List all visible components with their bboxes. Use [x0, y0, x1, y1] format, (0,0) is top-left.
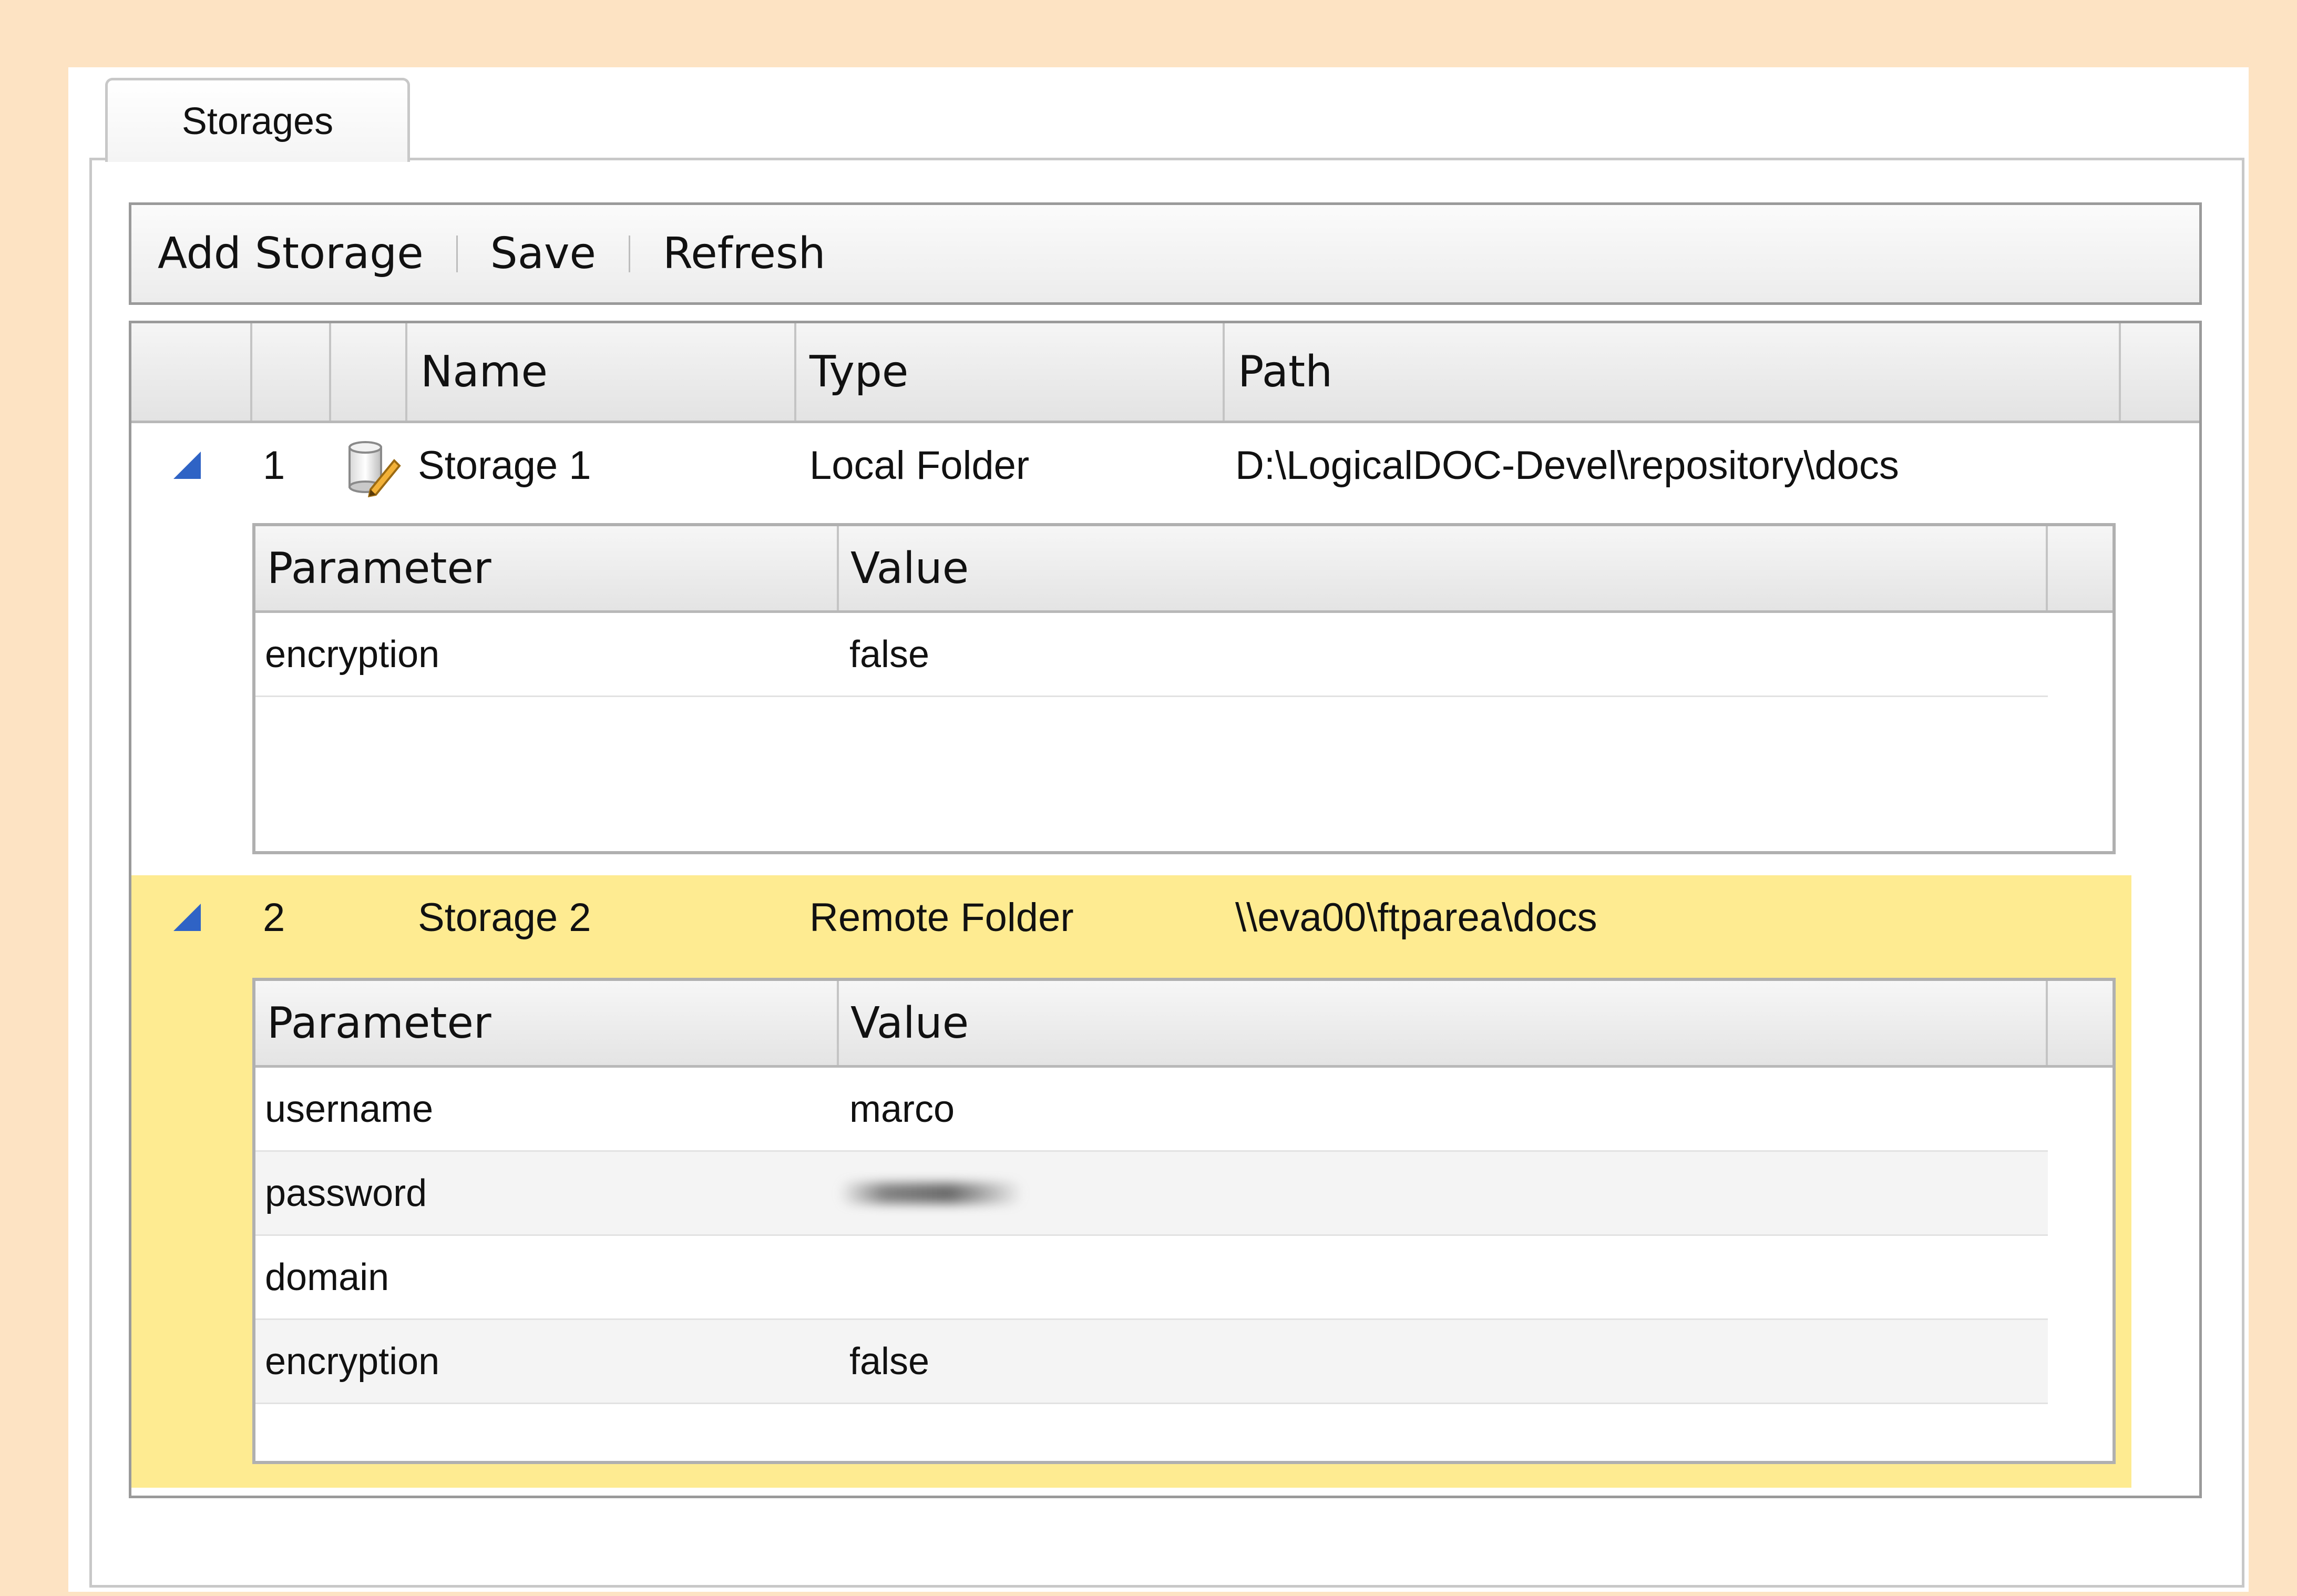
path-column-label: Path: [1238, 347, 1333, 397]
parameter-column-header[interactable]: Parameter: [255, 526, 839, 610]
value-column-header[interactable]: Value: [839, 981, 2048, 1065]
value-column-label: Value: [850, 998, 969, 1048]
storages-panel: Storages Add Storage Save Refresh Name T…: [68, 67, 2249, 1592]
parameter-column-label: Parameter: [267, 543, 491, 594]
icon-column-header[interactable]: [331, 323, 407, 421]
parameter-value: false: [849, 633, 930, 676]
parameter-name: encryption: [265, 1340, 440, 1383]
parameters-grid: Parameter Value username marco password: [252, 978, 2116, 1464]
parameter-value: marco: [849, 1088, 955, 1130]
parameter-row[interactable]: domain: [255, 1236, 2048, 1320]
name-column-header[interactable]: Name: [407, 323, 796, 421]
name-column-label: Name: [421, 347, 548, 397]
parameter-value: false: [849, 1340, 930, 1383]
toolbar-separator: [628, 235, 630, 272]
parameter-column-header[interactable]: Parameter: [255, 981, 839, 1065]
save-button[interactable]: Save: [490, 229, 596, 279]
path-column-header[interactable]: Path: [1225, 323, 2121, 421]
column-menu-header[interactable]: [2121, 323, 2199, 421]
value-column-label: Value: [850, 543, 969, 594]
row-path: D:\LogicalDOC-Devel\repository\docs: [1235, 443, 1899, 488]
type-column-header[interactable]: Type: [796, 323, 1225, 421]
parameters-column-menu[interactable]: [2048, 981, 2113, 1065]
row-path: \\eva00\ftparea\docs: [1235, 895, 1597, 940]
tab-storages[interactable]: Storages: [105, 78, 410, 162]
type-column-label: Type: [809, 347, 909, 397]
parameter-row[interactable]: encryption false: [255, 1320, 2048, 1404]
toolbar-separator: [456, 235, 458, 272]
row-expander[interactable]: [173, 423, 201, 507]
row-name: Storage 2: [418, 895, 591, 940]
parameter-name: password: [265, 1172, 427, 1214]
parameters-grid: Parameter Value encryption false: [252, 523, 2116, 854]
toolbar: Add Storage Save Refresh: [129, 202, 2202, 305]
parameters-column-menu[interactable]: [2048, 526, 2113, 610]
tab-content: Add Storage Save Refresh Name Type Path: [89, 158, 2244, 1588]
table-row-selected[interactable]: 2 Storage 2 Remote Folder \\eva00\ftpare…: [131, 875, 2131, 1488]
row-id: 1: [263, 443, 285, 488]
parameter-row[interactable]: username marco: [255, 1068, 2048, 1152]
row-id: 2: [263, 895, 285, 940]
row-expander[interactable]: [173, 875, 201, 959]
value-column-header[interactable]: Value: [839, 526, 2048, 610]
row-type: Local Folder: [809, 443, 1030, 488]
refresh-button[interactable]: Refresh: [663, 229, 826, 279]
tab-label: Storages: [181, 100, 334, 142]
expand-triangle-icon: [173, 904, 201, 931]
masked-password-value: [839, 1152, 1023, 1234]
parameter-row[interactable]: password: [255, 1152, 2048, 1236]
parameters-header: Parameter Value: [255, 981, 2113, 1068]
parameter-name: domain: [265, 1256, 389, 1298]
parameter-row[interactable]: encryption false: [255, 613, 2048, 697]
expand-triangle-icon: [173, 452, 201, 479]
expander-column-header[interactable]: [131, 323, 252, 421]
password-mask: [839, 1182, 1023, 1204]
id-column-header[interactable]: [252, 323, 331, 421]
row-name: Storage 1: [418, 443, 591, 488]
storages-grid: Name Type Path 1 Storage 1 Local Folder …: [129, 321, 2202, 1498]
parameters-header: Parameter Value: [255, 526, 2113, 613]
parameter-column-label: Parameter: [267, 998, 491, 1048]
row-icon: [342, 423, 405, 507]
parameter-name: encryption: [265, 633, 440, 676]
storage-edit-icon: [348, 441, 401, 498]
grid-header: Name Type Path: [131, 323, 2199, 423]
row-type: Remote Folder: [809, 895, 1074, 940]
parameter-name: username: [265, 1088, 434, 1130]
table-row[interactable]: 1 Storage 1 Local Folder D:\LogicalDOC-D…: [131, 423, 2131, 860]
add-storage-button[interactable]: Add Storage: [158, 229, 424, 279]
